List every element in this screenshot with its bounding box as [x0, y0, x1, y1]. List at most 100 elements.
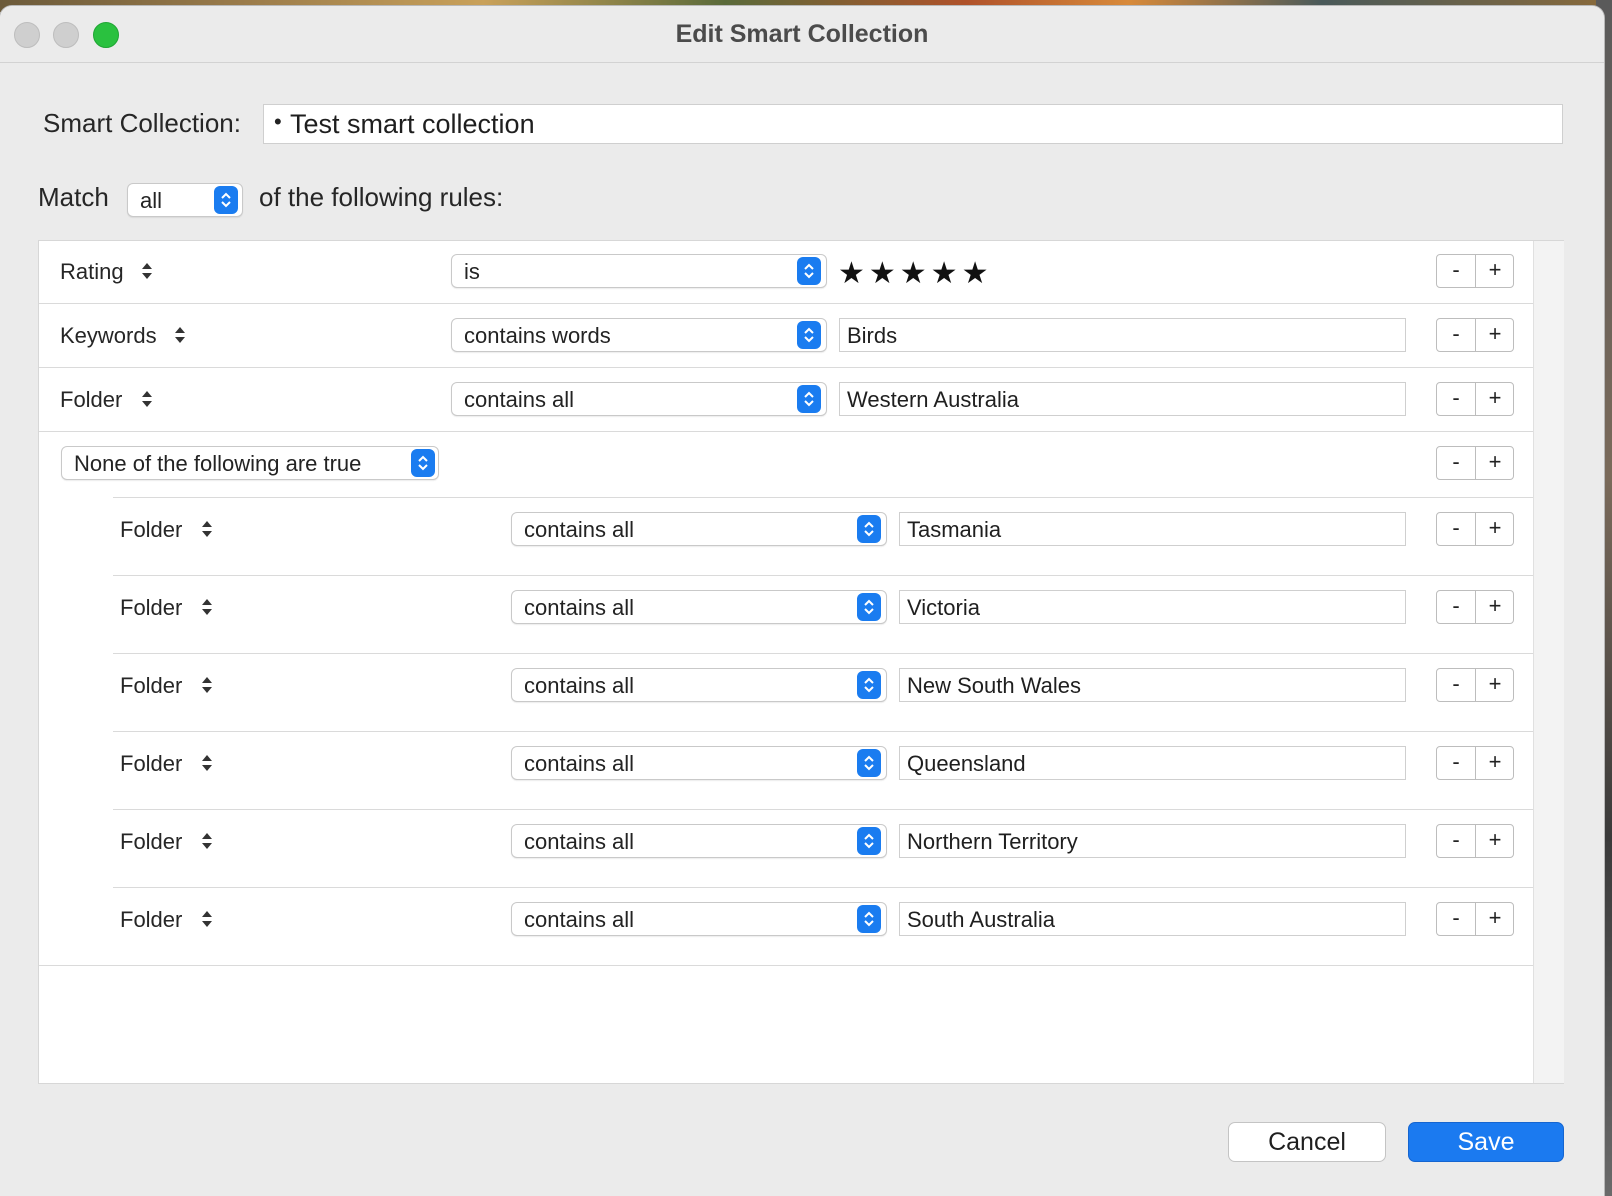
collection-name-field[interactable]: • Test smart collection — [263, 104, 1563, 144]
criterion-label: Folder — [60, 387, 123, 412]
popup-stepper-icon — [857, 671, 881, 699]
rule-add-remove-buttons: - + — [1436, 254, 1514, 288]
remove-rule-button[interactable]: - — [1437, 669, 1476, 701]
row-divider — [113, 653, 1533, 654]
operator-value: contains all — [464, 387, 575, 412]
rules-scroll-gutter — [1533, 241, 1564, 1083]
folder-value-field[interactable]: Western Australia — [839, 382, 1406, 416]
add-rule-button[interactable]: + — [1476, 513, 1514, 545]
match-mode-popup[interactable]: all — [127, 183, 243, 217]
group-condition-value: None of the following are true — [74, 451, 362, 476]
field-value: South Australia — [907, 907, 1055, 932]
updown-arrows-icon — [202, 755, 212, 771]
keywords-value-field[interactable]: Birds — [839, 318, 1406, 352]
remove-rule-button[interactable]: - — [1437, 255, 1476, 287]
criterion-popup-folder[interactable]: Folder — [120, 673, 182, 699]
popup-stepper-icon — [797, 385, 821, 413]
add-rule-button[interactable]: + — [1476, 447, 1514, 479]
popup-stepper-icon — [857, 593, 881, 621]
field-value: Queensland — [907, 751, 1026, 776]
add-rule-button[interactable]: + — [1476, 383, 1514, 415]
folder-value-field[interactable]: Victoria — [899, 590, 1406, 624]
cancel-button[interactable]: Cancel — [1228, 1122, 1386, 1162]
operator-popup-folder[interactable]: contains all — [511, 590, 887, 624]
criterion-popup-folder[interactable]: Folder — [120, 751, 182, 777]
operator-popup-folder[interactable]: contains all — [511, 746, 887, 780]
operator-popup-keywords[interactable]: contains words — [451, 318, 827, 352]
rating-stars-control[interactable]: ★★★★★ — [838, 256, 992, 291]
remove-rule-button[interactable]: - — [1437, 747, 1476, 779]
criterion-label: Folder — [120, 907, 183, 932]
remove-rule-button[interactable]: - — [1437, 319, 1476, 351]
updown-arrows-icon — [202, 833, 212, 849]
operator-value: contains all — [524, 829, 635, 854]
remove-rule-button[interactable]: - — [1437, 825, 1476, 857]
criterion-label: Folder — [120, 751, 183, 776]
folder-value-field[interactable]: Tasmania — [899, 512, 1406, 546]
operator-value: contains words — [464, 323, 611, 348]
popup-stepper-icon — [214, 186, 238, 214]
criterion-popup-keywords[interactable]: Keywords — [60, 323, 157, 349]
rule-add-remove-buttons: - + — [1436, 668, 1514, 702]
match-suffix-label: of the following rules: — [259, 182, 504, 212]
criterion-label: Keywords — [60, 323, 157, 348]
save-button[interactable]: Save — [1408, 1122, 1564, 1162]
operator-popup-folder[interactable]: contains all — [511, 902, 887, 936]
popup-stepper-icon — [411, 449, 435, 477]
rule-add-remove-buttons: - + — [1436, 318, 1514, 352]
rule-add-remove-buttons: - + — [1436, 446, 1514, 480]
match-label: Match — [38, 182, 109, 212]
add-rule-button[interactable]: + — [1476, 903, 1514, 935]
criterion-label: Folder — [120, 595, 183, 620]
group-condition-popup[interactable]: None of the following are true — [61, 446, 439, 480]
popup-stepper-icon — [857, 905, 881, 933]
add-rule-button[interactable]: + — [1476, 255, 1514, 287]
folder-value-field[interactable]: South Australia — [899, 902, 1406, 936]
collection-name-value: Test smart collection — [290, 109, 535, 139]
updown-arrows-icon — [202, 911, 212, 927]
operator-popup-folder[interactable]: contains all — [511, 824, 887, 858]
row-divider — [39, 303, 1533, 304]
add-rule-button[interactable]: + — [1476, 319, 1514, 351]
field-value: Western Australia — [847, 387, 1020, 412]
operator-popup-folder[interactable]: contains all — [511, 512, 887, 546]
row-divider — [113, 575, 1533, 576]
remove-rule-button[interactable]: - — [1437, 903, 1476, 935]
add-rule-button[interactable]: + — [1476, 591, 1514, 623]
row-divider — [113, 731, 1533, 732]
add-rule-button[interactable]: + — [1476, 825, 1514, 857]
rule-add-remove-buttons: - + — [1436, 902, 1514, 936]
remove-rule-button[interactable]: - — [1437, 447, 1476, 479]
operator-value: contains all — [524, 595, 635, 620]
updown-arrows-icon — [202, 521, 212, 537]
bullet-glyph: • — [274, 109, 282, 134]
criterion-popup-folder[interactable]: Folder — [120, 829, 182, 855]
remove-rule-button[interactable]: - — [1437, 591, 1476, 623]
updown-arrows-icon — [202, 677, 212, 693]
criterion-popup-folder[interactable]: Folder — [120, 907, 182, 933]
rule-add-remove-buttons: - + — [1436, 590, 1514, 624]
criterion-popup-folder[interactable]: Folder — [60, 387, 122, 413]
add-rule-button[interactable]: + — [1476, 669, 1514, 701]
row-divider — [113, 497, 1533, 498]
field-value: Birds — [847, 323, 898, 348]
operator-value: contains all — [524, 751, 635, 776]
criterion-popup-folder[interactable]: Folder — [120, 517, 182, 543]
criterion-label: Folder — [120, 673, 183, 698]
folder-value-field[interactable]: Northern Territory — [899, 824, 1406, 858]
criterion-popup-rating[interactable]: Rating — [60, 259, 124, 285]
remove-rule-button[interactable]: - — [1437, 513, 1476, 545]
folder-value-field[interactable]: Queensland — [899, 746, 1406, 780]
field-value: Victoria — [907, 595, 980, 620]
folder-value-field[interactable]: New South Wales — [899, 668, 1406, 702]
criterion-popup-folder[interactable]: Folder — [120, 595, 182, 621]
add-rule-button[interactable]: + — [1476, 747, 1514, 779]
operator-popup-rating[interactable]: is — [451, 254, 827, 288]
operator-popup-folder[interactable]: contains all — [511, 668, 887, 702]
operator-value: contains all — [524, 673, 635, 698]
popup-stepper-icon — [857, 515, 881, 543]
operator-popup-folder[interactable]: contains all — [451, 382, 827, 416]
popup-stepper-icon — [857, 827, 881, 855]
updown-arrows-icon — [175, 327, 185, 343]
remove-rule-button[interactable]: - — [1437, 383, 1476, 415]
